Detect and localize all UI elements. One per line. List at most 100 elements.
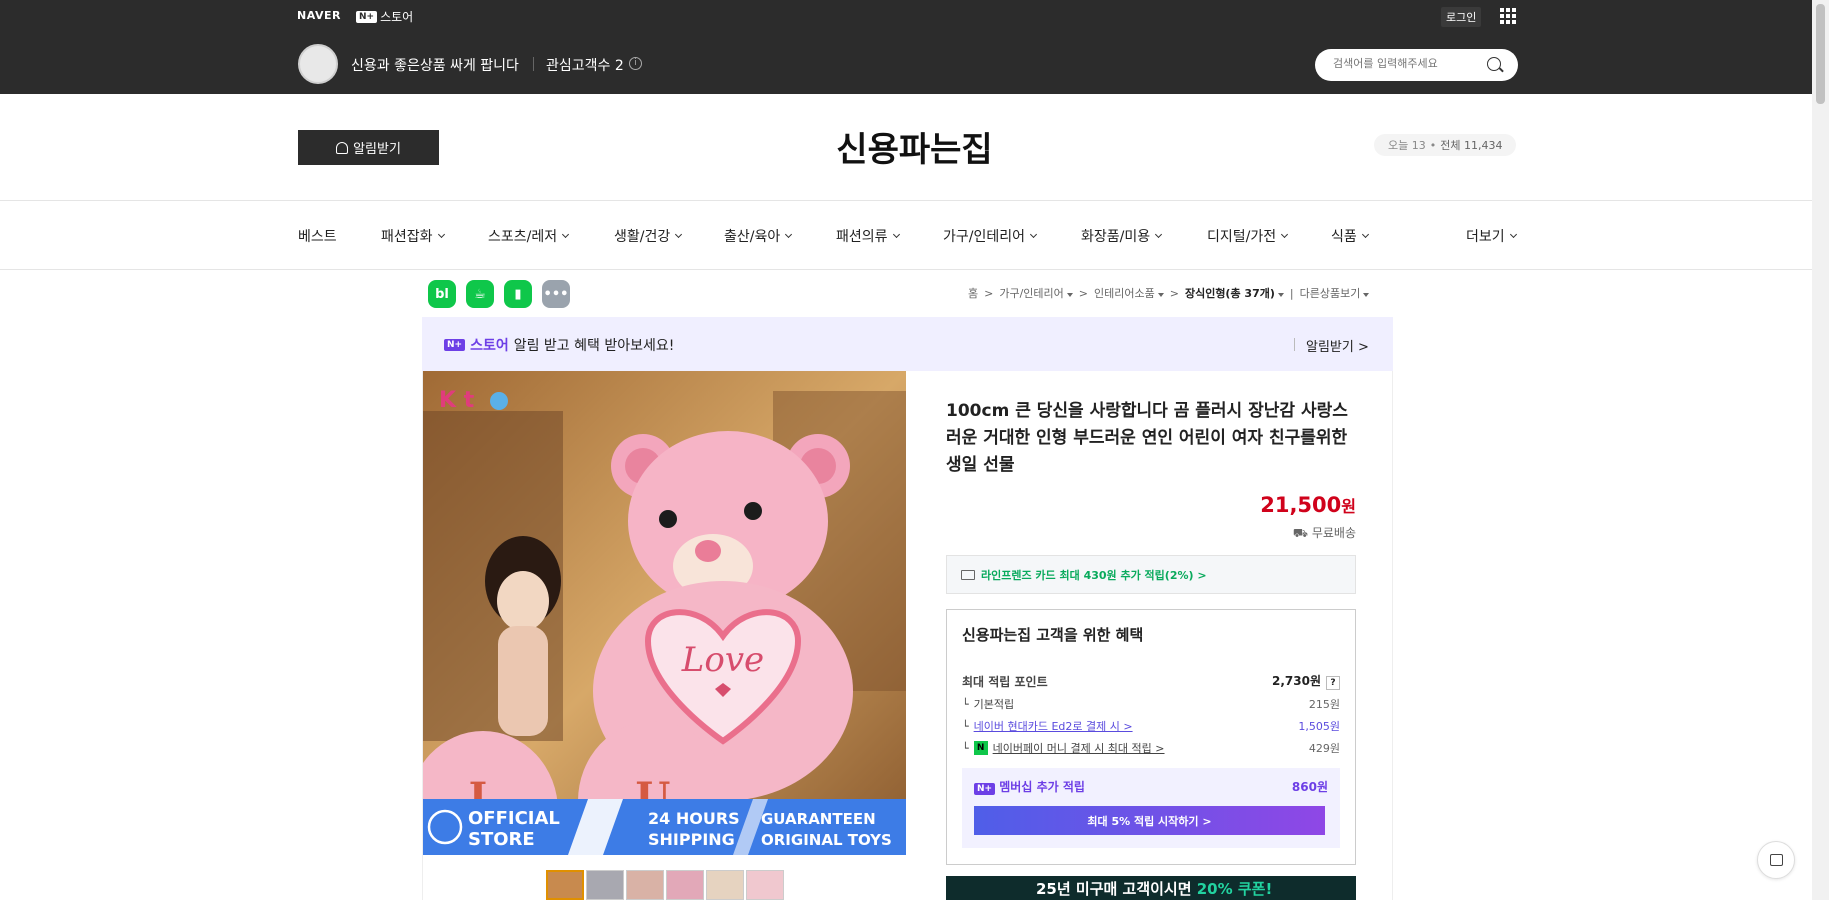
- npay-icon: N: [973, 741, 988, 755]
- svg-text:OFFICIAL: OFFICIAL: [468, 808, 560, 829]
- membership-box: N+ 멤버십 추가 적립 860원 최대 5% 적립 시작하기 >: [962, 768, 1340, 848]
- chevron-down-icon: [1281, 230, 1289, 238]
- apps-grid-icon[interactable]: [1500, 8, 1516, 24]
- shop-description: 신용과 좋은상품 싸게 팝니다: [351, 58, 519, 74]
- chevron-down-icon: [1029, 230, 1038, 238]
- product-main-image[interactable]: Love I U K t OFFICIAL STORE 24 HOURS SHI…: [423, 371, 906, 855]
- thumbnail-strip: [546, 870, 784, 900]
- nav-more[interactable]: 더보기: [1466, 226, 1517, 246]
- nplus-badge: N+: [974, 783, 996, 795]
- nav-item-furniture[interactable]: 가구/인테리어: [943, 226, 1038, 246]
- card-promo[interactable]: 라인프렌즈 카드 최대 430원 추가 적립(2%) >: [946, 555, 1356, 594]
- nav-item-fashion-goods[interactable]: 패션잡화: [381, 226, 445, 246]
- chevron-down-icon: [675, 230, 683, 238]
- shop-avatar[interactable]: [298, 44, 338, 84]
- banner-text: 25년 미구매 고객이시면: [1036, 880, 1197, 898]
- max-points-value: 2,730원: [1272, 674, 1321, 688]
- card-promo-text: 라인프렌즈 카드 최대 430원 추가 적립(2%) >: [981, 568, 1207, 582]
- thumbnail[interactable]: [626, 870, 664, 900]
- thumbnail[interactable]: [666, 870, 704, 900]
- nav-item-baby[interactable]: 출산/육아: [724, 226, 793, 246]
- visitor-count: 오늘 13 • 전체 11,434: [1374, 134, 1517, 156]
- thumbnail[interactable]: [746, 870, 784, 900]
- nav-label: 디지털/가전: [1207, 229, 1277, 245]
- breadcrumb-category-2[interactable]: 인테리어소품: [1094, 285, 1164, 301]
- other-products-link[interactable]: 다른상품보기: [1300, 285, 1370, 301]
- max-points-label: 최대 적립 포인트: [962, 674, 1048, 689]
- floating-share-button[interactable]: [1757, 841, 1795, 879]
- svg-text:Love: Love: [681, 640, 764, 680]
- card-points-value: 1,505원: [1298, 720, 1340, 733]
- nav-item-best[interactable]: 베스트: [298, 226, 337, 246]
- naver-logo[interactable]: NAVER: [297, 9, 341, 22]
- chevron-down-icon: [562, 230, 570, 238]
- visitor-total: 전체 11,434: [1440, 139, 1503, 152]
- benefit-box: 신용파는집 고객을 위한 혜택 최대 적립 포인트 2,730원? └ 기본적립…: [946, 609, 1356, 865]
- login-button[interactable]: 로그인: [1441, 7, 1482, 27]
- shop-name[interactable]: 신용파는집: [0, 122, 1829, 171]
- basic-points-label: 기본적립: [973, 698, 1015, 711]
- price-unit: 원: [1341, 497, 1356, 516]
- thumbnail[interactable]: [706, 870, 744, 900]
- hyundai-card-link[interactable]: 네이버 현대카드 Ed2로 결제 시 >: [974, 718, 1133, 734]
- breadcrumb-home[interactable]: 홈: [968, 285, 978, 301]
- visitor-today: 오늘 13: [1388, 139, 1426, 152]
- search-input[interactable]: [1333, 57, 1483, 70]
- nstore-badge: N+: [356, 10, 378, 23]
- nav-label: 패션잡화: [381, 229, 433, 245]
- more-share-icon[interactable]: •••: [542, 280, 570, 308]
- membership-start-button[interactable]: 최대 5% 적립 시작하기 >: [974, 806, 1325, 835]
- chevron-down-icon: [1509, 230, 1517, 238]
- svg-text:GUARANTEEN: GUARANTEEN: [761, 810, 876, 828]
- category-nav: 베스트 패션잡화 스포츠/레저 생활/건강 출산/육아 패션의류 가구/인테리어…: [0, 202, 1829, 270]
- basic-points-row: └ 기본적립 215원: [962, 697, 1340, 712]
- nav-item-beauty[interactable]: 화장품/미용: [1081, 226, 1163, 246]
- thumbnail[interactable]: [546, 870, 584, 900]
- membership-value: 860원: [1291, 780, 1328, 794]
- help-icon[interactable]: ?: [1326, 676, 1340, 690]
- alarm-promo-banner: N+ 스토어 알림 받고 혜택 받아보세요!: [422, 317, 1393, 371]
- credit-card-icon: [961, 569, 975, 580]
- banner-highlight: 20% 쿠폰!: [1196, 880, 1273, 898]
- divider: [533, 57, 534, 71]
- nav-label: 패션의류: [836, 229, 888, 245]
- coupon-banner[interactable]: 25년 미구매 고객이시면 20% 쿠폰!: [946, 876, 1356, 900]
- shipping-label: 무료배송: [1311, 526, 1356, 540]
- npay-link[interactable]: 네이버페이 머니 결제 시 최대 적립 >: [993, 740, 1165, 756]
- max-points-row: 최대 적립 포인트 2,730원?: [962, 672, 1340, 690]
- basic-points-value: 215원: [1308, 698, 1340, 711]
- nav-item-digital[interactable]: 디지털/가전: [1207, 226, 1289, 246]
- nstore-badge: N+: [444, 339, 466, 351]
- svg-text:STORE: STORE: [468, 829, 535, 850]
- search-box: [1315, 49, 1518, 81]
- breadcrumb: 홈 > 가구/인테리어 > 인테리어소품 > 장식인형(총 37개) | 다른상품보기: [968, 285, 1370, 301]
- nav-item-living[interactable]: 생활/건강: [614, 226, 683, 246]
- truck-icon: ⛟: [1292, 526, 1312, 540]
- nstore-logo[interactable]: N+ 스토어: [356, 8, 413, 25]
- nav-item-sports[interactable]: 스포츠/레저: [488, 226, 570, 246]
- blog-share-icon[interactable]: bl: [428, 280, 456, 308]
- nav-item-food[interactable]: 식품: [1331, 226, 1369, 246]
- nav-item-clothing[interactable]: 패션의류: [836, 226, 900, 246]
- share-icon: [1770, 854, 1783, 866]
- nav-label: 스포츠/레저: [488, 229, 558, 245]
- chevron-down-icon: [785, 230, 793, 238]
- breadcrumb-category-3[interactable]: 장식인형(총 37개): [1185, 285, 1284, 301]
- chevron-down-icon: [1155, 230, 1163, 238]
- nstore-label: 스토어: [380, 10, 414, 24]
- pay-points-value: 429원: [1308, 742, 1340, 755]
- breadcrumb-category-1[interactable]: 가구/인테리어: [999, 285, 1073, 301]
- bookmark-share-icon[interactable]: ▮: [504, 280, 532, 308]
- info-icon[interactable]: i: [629, 57, 642, 70]
- promo-text: 알림 받고 혜택 받아보세요!: [513, 338, 675, 354]
- scrollbar-thumb[interactable]: [1816, 4, 1825, 104]
- top-bar: NAVER N+ 스토어 로그인 신용과 좋은상품 싸게 팝니다 관심고객수 2…: [0, 0, 1829, 94]
- nav-label: 식품: [1331, 229, 1357, 245]
- nav-label: 가구/인테리어: [943, 229, 1025, 245]
- thumbnail[interactable]: [586, 870, 624, 900]
- benefit-title: 신용파는집 고객을 위한 혜택: [962, 626, 1144, 644]
- search-icon[interactable]: [1487, 57, 1501, 71]
- scrollbar[interactable]: [1812, 0, 1829, 900]
- cafe-share-icon[interactable]: ☕: [466, 280, 494, 308]
- nav-label: 출산/육아: [724, 229, 781, 245]
